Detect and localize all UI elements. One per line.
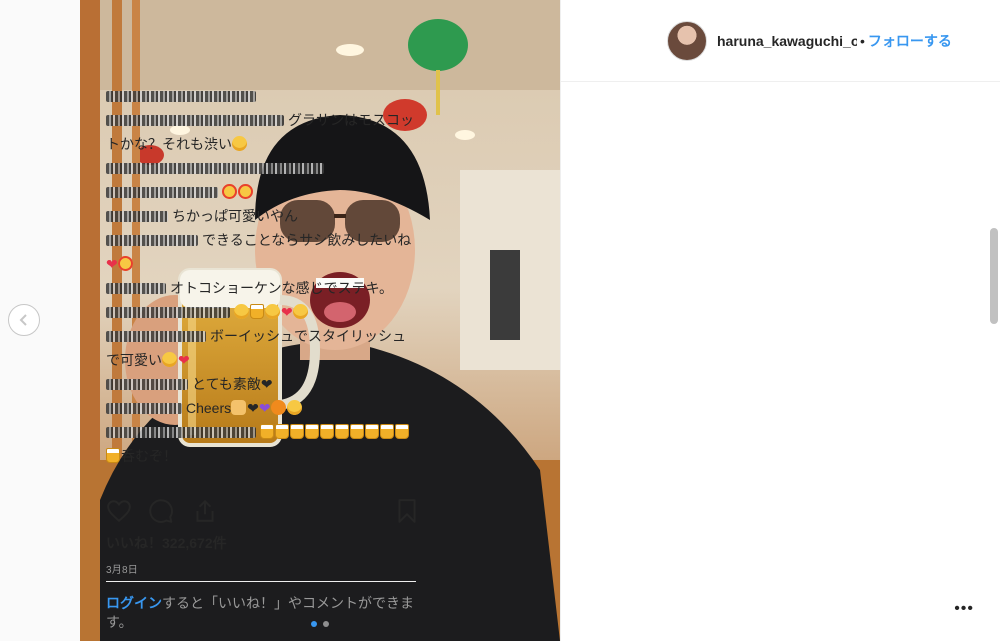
beer-emoji-icon — [350, 424, 364, 439]
purple-heart-emoji-icon: ❤ — [258, 400, 271, 416]
comment-text: ちかっぱ可愛いやん — [172, 208, 298, 224]
comment-item: ボーイッシュでスタイリッシュで可愛い ❤ — [106, 324, 416, 372]
chevron-left-icon — [19, 314, 27, 326]
follow-button[interactable]: フォローする — [868, 31, 952, 51]
beer-emoji-icon — [305, 424, 319, 439]
blurred-username — [106, 91, 256, 102]
heart-emoji-icon: ❤ — [281, 304, 293, 320]
heart-emoji-icon: ❤ — [178, 352, 190, 368]
beer-emoji-icon — [250, 304, 264, 319]
blurred-username — [106, 427, 256, 438]
blurred-username — [106, 115, 284, 126]
post-actions — [106, 494, 422, 528]
comment-item: オトコショーケンな感じでステキ。 — [106, 276, 416, 300]
login-prompt: ログインすると「いいね！」やコメントができます。 — [106, 581, 416, 632]
comment-text: とても素敵 — [192, 376, 261, 392]
comment-list: グラサンはモスコットかな？それも渋い ちかっぱ可愛いやん できることならサシ飲み… — [106, 84, 416, 488]
pumpkin-emoji-icon — [270, 400, 286, 415]
smile-emoji-icon — [292, 304, 308, 319]
heart-icon[interactable] — [106, 498, 132, 524]
comment-text: Cheers — [186, 400, 232, 416]
comment-bubble-icon[interactable] — [148, 498, 174, 524]
comment-item: ❤ — [106, 300, 416, 324]
share-icon[interactable] — [192, 498, 218, 524]
blurred-username — [106, 379, 188, 390]
blurred-username — [106, 235, 198, 246]
comment-item: できることならサシ飲みしたいね ❤ — [106, 228, 416, 276]
beer-emoji-icon — [260, 424, 274, 439]
blurred-username — [106, 187, 218, 198]
comment-item — [106, 180, 416, 204]
beer-emoji-icon — [106, 448, 120, 463]
beer-emoji-icon — [320, 424, 334, 439]
beer-emoji-icon — [395, 424, 409, 439]
heart-eyes-emoji-icon — [238, 184, 253, 199]
smile-emoji-icon — [286, 400, 302, 415]
login-link[interactable]: ログイン — [106, 595, 162, 611]
blurred-username — [106, 307, 230, 318]
beer-emoji-icon — [290, 424, 304, 439]
username[interactable]: haruna_kawaguchi_of — [717, 33, 857, 49]
smile-emoji-icon — [234, 304, 249, 319]
black-heart-emoji-icon: ❤ — [260, 376, 273, 392]
bookmark-icon[interactable] — [394, 498, 420, 524]
heart-eyes-emoji-icon — [222, 184, 237, 199]
post-header: haruna_kawaguchi_of • フォローする — [561, 0, 1000, 82]
comment-text: できることならサシ飲みしたいね — [202, 232, 412, 248]
like-count[interactable]: いいね！322,672件 — [106, 533, 227, 553]
raised-hands-emoji-icon — [231, 400, 247, 415]
instagram-post-view: haruna_kawaguchi_of • フォローする グラサンはモスコットか… — [0, 0, 1000, 641]
smile-emoji-icon — [232, 136, 247, 151]
comment-text: 呑むぞ！ — [121, 448, 177, 464]
previous-post-button[interactable] — [8, 304, 40, 336]
comment-text: オトコショーケンな感じでステキ。 — [170, 280, 394, 296]
comment-item: グラサンはモスコットかな？それも渋い — [106, 108, 416, 156]
avatar[interactable] — [667, 20, 707, 61]
comment-item: とても素敵❤ — [106, 372, 416, 396]
black-heart-emoji-icon: ❤ — [247, 400, 259, 416]
blurred-username — [106, 403, 182, 414]
heart-eyes-emoji-icon — [117, 256, 133, 271]
beer-emoji-icon — [380, 424, 394, 439]
header-separator: • — [860, 32, 865, 49]
post-date[interactable]: 3月8日 — [106, 561, 138, 576]
smile-emoji-icon — [265, 304, 280, 319]
beer-emoji-icon — [275, 424, 289, 439]
blurred-username — [106, 283, 166, 294]
post-side-panel: haruna_kawaguchi_of • フォローする — [560, 0, 1000, 641]
comment-item: ちかっぱ可愛いやん — [106, 204, 416, 228]
grin-emoji-icon — [162, 352, 177, 367]
beer-emoji-icon — [335, 424, 349, 439]
comment-item — [106, 84, 416, 108]
blurred-username — [106, 331, 206, 342]
comment-item: Cheers ❤❤ — [106, 396, 416, 420]
heart-emoji-icon: ❤ — [106, 256, 118, 272]
blurred-username — [106, 163, 324, 174]
comment-item — [106, 156, 416, 180]
comment-item: 呑むぞ！ — [106, 420, 416, 468]
more-options-button[interactable]: ••• — [954, 600, 974, 618]
blurred-username — [106, 211, 168, 222]
beer-emoji-icon — [365, 424, 379, 439]
scrollbar[interactable] — [990, 228, 998, 324]
